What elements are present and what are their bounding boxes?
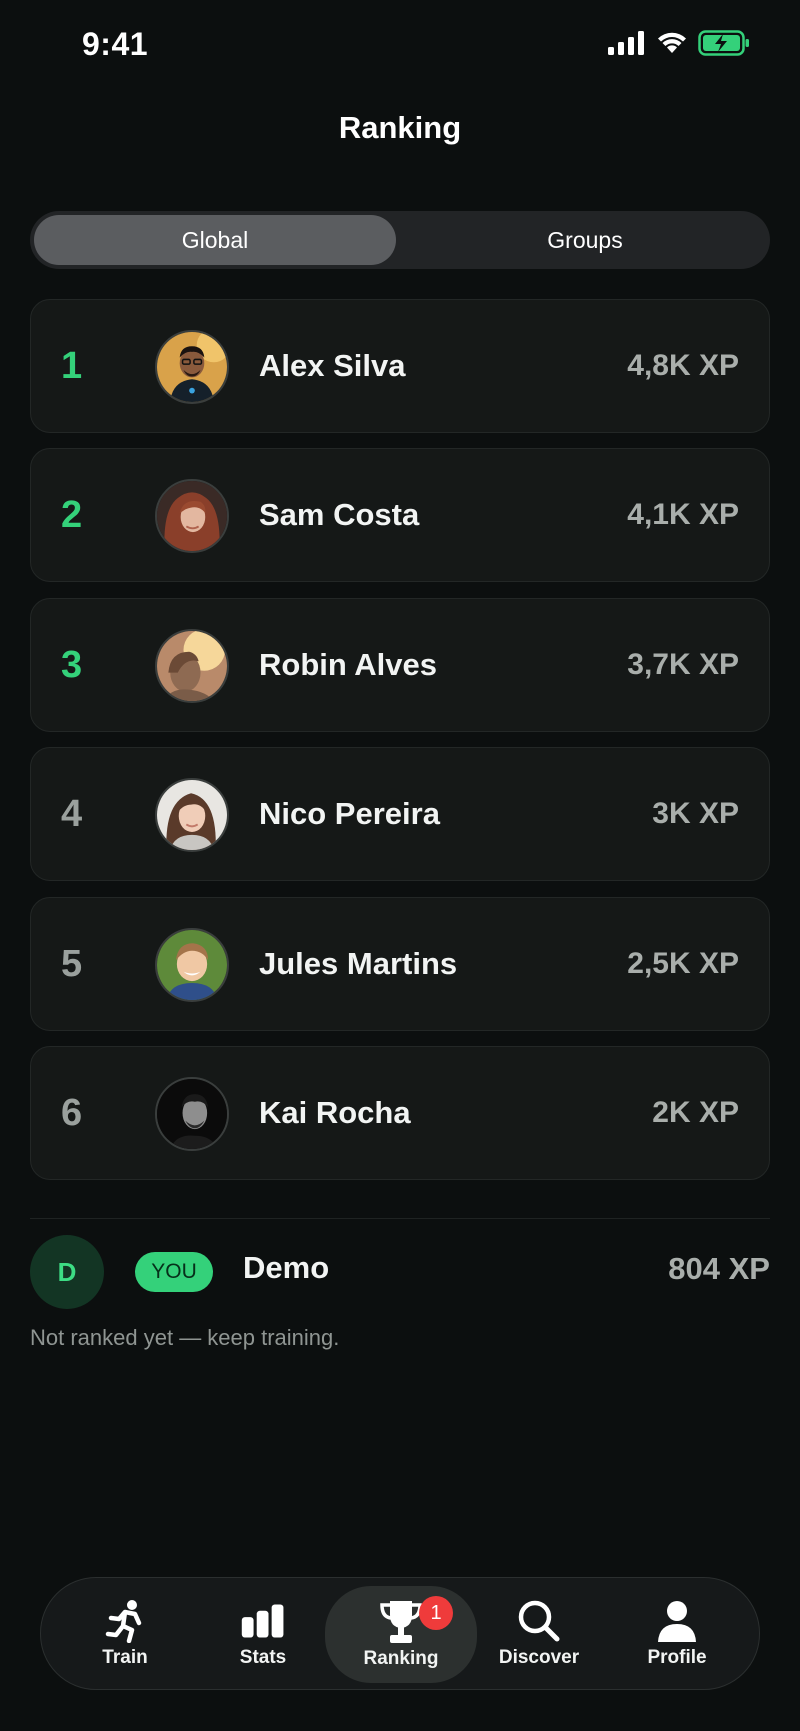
player-name: Kai Rocha <box>259 1095 411 1130</box>
leaderboard-row[interactable]: 2 Sam Costa 4,1K XP <box>30 448 770 582</box>
tab-label: Discover <box>498 1646 580 1668</box>
you-badge: YOU <box>135 1252 213 1292</box>
rank-number: 6 <box>61 1091 83 1134</box>
rank-number: 4 <box>61 792 83 835</box>
tab-ranking[interactable]: Ranking 1 <box>325 1586 477 1683</box>
leaderboard-row[interactable]: 3 Robin Alves 3,7K XP <box>30 598 770 732</box>
status-time: 9:41 <box>82 26 149 62</box>
segment-global[interactable]: Global <box>34 215 396 265</box>
ranking-note: Not ranked yet — keep training. <box>30 1325 340 1350</box>
leaderboard-row[interactable]: 4 Nico Pereira 3K XP <box>30 747 770 881</box>
leaderboard-row[interactable]: 5 Jules Martins 2,5K XP <box>30 897 770 1031</box>
player-xp: 3,7K XP <box>627 648 739 681</box>
person-icon <box>655 1599 699 1643</box>
tab-label: Ranking <box>363 1647 439 1669</box>
player-xp: 2,5K XP <box>627 947 739 980</box>
status-bar: 9:41 <box>0 0 800 90</box>
tab-train[interactable]: Train <box>55 1578 195 1689</box>
section-divider <box>30 1218 770 1219</box>
battery-icon <box>698 30 750 61</box>
rank-number: 1 <box>61 344 83 387</box>
tab-discover[interactable]: Discover <box>469 1578 609 1689</box>
avatar <box>155 778 229 852</box>
signal-icon <box>608 31 646 60</box>
page-title: Ranking <box>338 110 462 145</box>
segment-groups[interactable]: Groups <box>404 215 766 265</box>
tab-label: Train <box>102 1646 148 1668</box>
status-icons <box>608 30 750 61</box>
user-xp: 804 XP <box>668 1251 770 1286</box>
tab-profile[interactable]: Profile <box>607 1578 747 1689</box>
player-name: Nico Pereira <box>259 796 440 831</box>
bar-chart-icon <box>241 1599 285 1643</box>
player-xp: 2K XP <box>652 1096 739 1129</box>
avatar <box>155 629 229 703</box>
player-xp: 3K XP <box>652 797 739 830</box>
search-icon <box>517 1599 561 1643</box>
trophy-icon <box>379 1600 423 1644</box>
avatar <box>155 479 229 553</box>
avatar <box>155 1077 229 1151</box>
avatar <box>155 330 229 404</box>
tab-label: Profile <box>647 1646 707 1668</box>
rank-number: 5 <box>61 942 83 985</box>
rank-number: 2 <box>61 493 83 536</box>
leaderboard-row[interactable]: 6 Kai Rocha 2K XP <box>30 1046 770 1180</box>
tab-bar: Train Stats Ranking 1 Discover Profile <box>40 1577 760 1690</box>
player-name: Jules Martins <box>259 946 458 981</box>
player-xp: 4,1K XP <box>627 498 739 531</box>
user-avatar: D <box>30 1235 104 1309</box>
tab-stats[interactable]: Stats <box>193 1578 333 1689</box>
player-xp: 4,8K XP <box>627 349 739 382</box>
wifi-icon <box>656 31 688 60</box>
avatar <box>155 928 229 1002</box>
notification-badge: 1 <box>419 1596 453 1630</box>
runner-icon <box>103 1599 147 1643</box>
tab-label: Stats <box>239 1646 287 1668</box>
player-name: Sam Costa <box>259 497 420 532</box>
scope-segmented-control: Global Groups <box>30 211 770 269</box>
leaderboard-row[interactable]: 1 Alex Silva 4,8K XP <box>30 299 770 433</box>
user-name: Demo <box>243 1250 330 1285</box>
player-name: Alex Silva <box>259 348 406 383</box>
ranking-screen: 9:41 Ranking Global Groups 1 Alex Silva … <box>0 0 800 1731</box>
player-name: Robin Alves <box>259 647 437 682</box>
rank-number: 3 <box>61 643 83 686</box>
